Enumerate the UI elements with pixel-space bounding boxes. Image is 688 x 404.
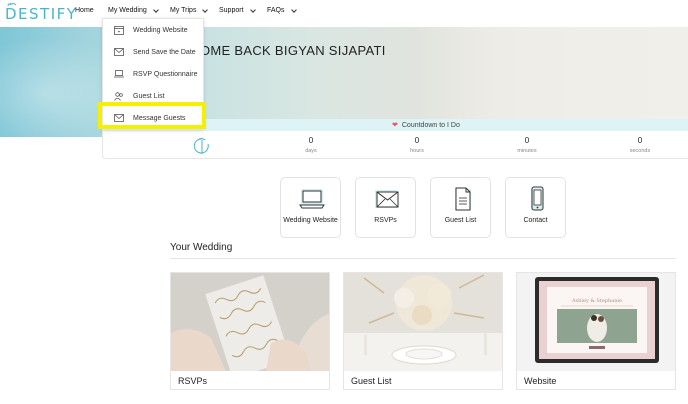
tile-label: Guest List (444, 217, 477, 224)
nav-home[interactable]: Home (75, 7, 94, 14)
countdown-seconds-label: seconds (629, 148, 651, 154)
website-icon (114, 25, 124, 35)
countdown-minutes-label: minutes (517, 148, 537, 154)
countdown-hours-value: 0 (414, 136, 420, 145)
countdown-hours: 0 hours (397, 136, 437, 154)
dropdown-item-wedding-website[interactable]: Wedding Website (103, 19, 203, 41)
section-title: Your Wedding (170, 242, 233, 253)
nav-my-trips[interactable]: My Trips (170, 6, 209, 14)
dropdown-item-label: RSVP Questionnaire (133, 70, 198, 78)
chevron-down-icon (202, 6, 209, 13)
dropdown-item-rsvp-questionnaire[interactable]: RSVP Questionnaire (103, 63, 203, 85)
countdown-label-text: Countdown to I Do (401, 121, 460, 129)
nav-faqs[interactable]: FAQs (267, 6, 297, 14)
tile-contact[interactable]: Contact (505, 177, 566, 238)
tile-rsvps[interactable]: RSVPs (355, 177, 416, 238)
card-caption: Website (524, 376, 557, 386)
nav-my-wedding[interactable]: My Wedding (108, 6, 159, 14)
laptop-icon (114, 70, 124, 79)
nav-my-trips-label: My Trips (170, 7, 197, 14)
save-the-date-photo (171, 273, 329, 371)
dropdown-item-label: Send Save the Date (133, 48, 196, 56)
nav-support[interactable]: Support (219, 6, 256, 14)
heart-icon: ❤ (392, 122, 398, 129)
dropdown-item-label: Guest List (133, 92, 165, 100)
tile-label: Contact (523, 217, 548, 224)
countdown-label: ❤ Countdown to I Do (392, 121, 460, 130)
countdown-minutes: 0 minutes (507, 136, 547, 154)
chevron-down-icon (249, 6, 256, 13)
hero-title: OME BACK BIGYAN SIJAPATI (200, 43, 386, 58)
tile-label: RSVPs (374, 217, 397, 224)
countdown-days-label: days (305, 148, 317, 154)
nav-support-label: Support (219, 7, 244, 14)
svg-text:Ashley & Stephanie: Ashley & Stephanie (571, 298, 622, 304)
section-divider (170, 258, 676, 259)
tile-guest-list[interactable]: Guest List (430, 177, 491, 238)
tile-label: Wedding Website (283, 217, 338, 224)
phone-icon (531, 186, 544, 211)
nav-my-wedding-label: My Wedding (108, 7, 147, 14)
card-website[interactable]: Ashley & Stephanie Website (516, 272, 676, 390)
envelope-icon (375, 190, 399, 208)
chevron-down-icon (152, 6, 159, 13)
countdown-hours-label: hours (410, 148, 424, 154)
countdown-days-value: 0 (308, 136, 314, 145)
destify-mark-icon (194, 138, 209, 154)
highlight-box (98, 102, 206, 129)
countdown-seconds-value: 0 (637, 136, 643, 145)
people-icon (114, 91, 124, 101)
countdown-days: 0 days (291, 136, 331, 154)
tile-wedding-website[interactable]: Wedding Website (280, 177, 341, 238)
nav-home-label: Home (75, 7, 94, 14)
countdown-minutes-value: 0 (524, 136, 530, 145)
card-rsvps[interactable]: RSVPs (170, 272, 330, 390)
chevron-down-icon (290, 6, 297, 13)
page: OME BACK BIGYAN SIJAPATI DESTIFY Home My… (0, 0, 688, 404)
countdown-seconds: 0 seconds (620, 136, 660, 154)
card-caption: Guest List (351, 376, 392, 386)
laptop-icon (299, 189, 325, 209)
card-caption: RSVPs (178, 376, 208, 386)
nav-faqs-label: FAQs (267, 7, 285, 14)
logo-mark-icon (7, 3, 17, 7)
laptop-website-photo: Ashley & Stephanie (517, 273, 675, 371)
logo[interactable]: DESTIFY (5, 3, 77, 24)
card-guest-list[interactable]: Guest List (343, 272, 503, 390)
document-icon (455, 187, 471, 211)
envelope-icon (114, 48, 124, 57)
table-setting-photo (344, 273, 502, 371)
dropdown-item-label: Wedding Website (133, 26, 188, 34)
dropdown-item-send-save-the-date[interactable]: Send Save the Date (103, 41, 203, 63)
